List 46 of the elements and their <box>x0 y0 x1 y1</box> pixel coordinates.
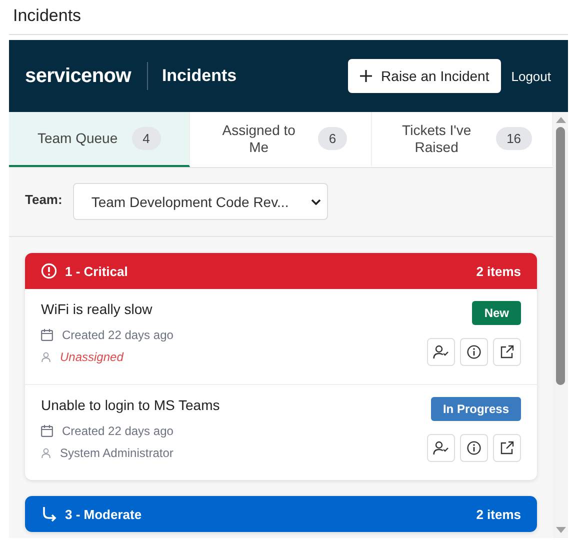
scrollbar[interactable] <box>553 112 568 538</box>
count-badge: 6 <box>318 127 348 150</box>
info-button[interactable] <box>460 338 488 366</box>
open-external-button[interactable] <box>493 434 521 462</box>
info-icon <box>467 345 481 359</box>
assign-button[interactable] <box>427 434 455 462</box>
created-date: Created 22 days ago <box>62 424 174 438</box>
person-icon <box>41 352 51 362</box>
logout-link[interactable]: Logout <box>511 68 551 84</box>
alert-icon <box>41 263 57 279</box>
plus-icon <box>360 70 372 82</box>
external-link-icon <box>500 345 514 359</box>
priority-title: 1 - Critical <box>65 264 128 278</box>
info-button[interactable] <box>460 434 488 462</box>
calendar-icon <box>41 425 53 437</box>
team-label: Team: <box>25 192 62 207</box>
item-count: 2 items <box>476 506 521 522</box>
tab[interactable]: Tickets I've Raised 16 <box>372 112 553 167</box>
count-badge: 4 <box>132 127 161 150</box>
info-icon <box>467 441 481 455</box>
open-external-button[interactable] <box>493 338 521 366</box>
page-title: Incidents <box>12 5 82 27</box>
status-badge: New <box>472 301 521 325</box>
assignee: Unassigned <box>60 350 124 364</box>
created-date: Created 22 days ago <box>62 328 174 342</box>
incident-title: Unable to login to MS Teams <box>41 397 221 413</box>
chevron-icon <box>311 198 322 204</box>
calendar-icon <box>41 329 53 341</box>
count-badge: 16 <box>496 127 532 150</box>
assign-button[interactable] <box>427 338 455 366</box>
item-count: 2 items <box>476 264 521 278</box>
turn-arrow-icon <box>41 506 57 522</box>
scroll-thumb[interactable] <box>556 127 565 385</box>
raise-incident-button[interactable]: Raise an Incident <box>348 59 502 93</box>
app-title: Incidents <box>162 66 237 86</box>
logo: servicenow <box>25 64 131 88</box>
assignee: System Administrator <box>60 446 174 460</box>
incident-title: WiFi is really slow <box>41 301 154 317</box>
status-badge: In Progress <box>430 397 521 421</box>
person-icon <box>41 448 51 458</box>
external-link-icon <box>500 441 514 455</box>
priority-title: 3 - Moderate <box>65 506 142 522</box>
team-select[interactable]: Team Development Code Rev... <box>73 183 328 220</box>
tab[interactable]: Team Queue 4 <box>9 112 190 167</box>
person-check-icon <box>433 441 449 455</box>
person-check-icon <box>433 345 449 359</box>
